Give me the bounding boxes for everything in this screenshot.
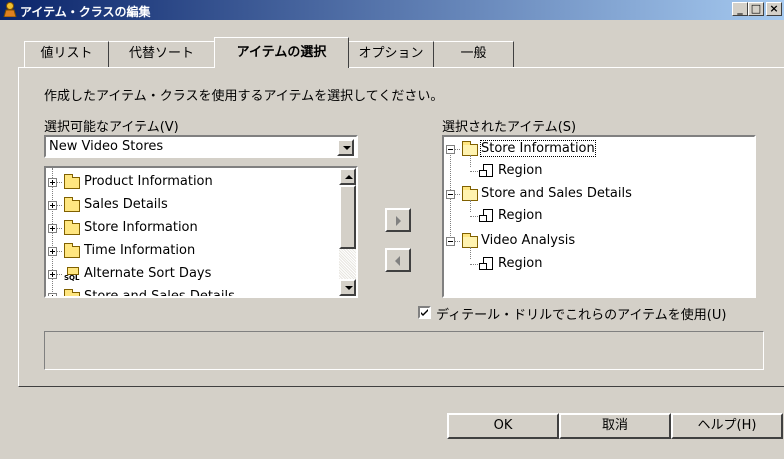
list-item[interactable]: Sales Details — [46, 195, 336, 215]
minimize-button[interactable]: _ — [732, 2, 748, 16]
tree-item-region[interactable]: Region — [444, 206, 744, 226]
item-icon — [479, 257, 493, 271]
model-combo[interactable]: New Video Stores — [44, 135, 358, 158]
list-item[interactable]: Store and Sales Details — [46, 287, 336, 296]
tab-value-list[interactable]: 値リスト — [24, 41, 109, 67]
expand-icon[interactable] — [48, 270, 57, 279]
collapse-icon[interactable] — [446, 145, 455, 154]
list-item[interactable]: Product Information — [46, 172, 336, 192]
user-icon — [3, 2, 17, 17]
item-icon — [479, 209, 493, 223]
drill-checkbox-label[interactable]: ディテール・ドリルでこれらのアイテムを使用(U) — [436, 304, 726, 323]
selected-items-label: 選択されたアイテム(S) — [442, 120, 577, 135]
arrow-right-icon — [396, 216, 401, 226]
tree-folder-store-sales-details[interactable]: Store and Sales Details — [444, 184, 744, 204]
collapse-icon[interactable] — [446, 237, 455, 246]
arrow-up-icon — [345, 175, 353, 179]
tree-folder-video-analysis[interactable]: Video Analysis — [444, 231, 744, 251]
list-item[interactable]: Store Information — [46, 218, 336, 238]
arrow-left-icon — [395, 256, 400, 266]
collapse-icon[interactable] — [446, 190, 455, 199]
instruction-text: 作成したアイテム・クラスを使用するアイテムを選択してください。 — [44, 89, 444, 104]
cancel-button[interactable]: 取消 — [559, 413, 671, 439]
expand-icon[interactable] — [48, 293, 57, 296]
expand-icon[interactable] — [48, 201, 57, 210]
help-button[interactable]: ヘルプ(H) — [671, 413, 783, 439]
scroll-down-button[interactable] — [339, 279, 356, 296]
folder-icon — [64, 220, 80, 235]
list-item[interactable]: SQL Alternate Sort Days — [46, 264, 336, 284]
item-icon — [479, 164, 493, 178]
description-box — [44, 331, 764, 370]
tab-item-selection[interactable]: アイテムの選択 — [214, 37, 349, 68]
folder-icon — [64, 289, 80, 296]
folder-icon — [64, 243, 80, 258]
checkmark-icon — [421, 309, 428, 316]
selected-items-tree[interactable]: Store Information Region Store and Sales… — [442, 135, 756, 298]
maximize-button[interactable]: □ — [748, 2, 764, 16]
expand-icon[interactable] — [48, 224, 57, 233]
scroll-thumb[interactable] — [339, 185, 356, 249]
drill-checkbox[interactable] — [418, 306, 431, 319]
title-bar: アイテム・クラスの編集 _ □ × — [0, 0, 784, 20]
window-title: アイテム・クラスの編集 — [20, 5, 151, 19]
ok-button[interactable]: OK — [447, 413, 559, 439]
arrow-down-icon — [345, 286, 353, 290]
add-item-button[interactable] — [385, 208, 411, 232]
tree-item-region[interactable]: Region — [444, 161, 744, 181]
available-items-list[interactable]: Product Information Sales Details Store … — [44, 166, 358, 298]
tab-options[interactable]: オプション — [349, 41, 434, 67]
combo-dropdown-button[interactable] — [337, 139, 354, 156]
tab-alternate-sort[interactable]: 代替ソート — [109, 41, 215, 67]
chevron-down-icon — [343, 146, 351, 150]
close-button[interactable]: × — [766, 2, 782, 16]
tree-folder-store-information[interactable]: Store Information — [444, 139, 744, 159]
remove-item-button[interactable] — [385, 248, 411, 272]
model-combo-value: New Video Stores — [49, 139, 164, 154]
tab-general[interactable]: 一般 — [434, 41, 514, 67]
tree-item-region[interactable]: Region — [444, 254, 744, 274]
scroll-up-button[interactable] — [339, 168, 356, 185]
expand-icon[interactable] — [48, 178, 57, 187]
folder-icon — [64, 174, 80, 189]
available-items-label: 選択可能なアイテム(V) — [44, 120, 179, 135]
list-item[interactable]: Time Information — [46, 241, 336, 261]
folder-icon — [64, 197, 80, 212]
sql-folder-icon: SQL — [64, 267, 80, 282]
expand-icon[interactable] — [48, 247, 57, 256]
vertical-scrollbar[interactable] — [339, 168, 356, 296]
